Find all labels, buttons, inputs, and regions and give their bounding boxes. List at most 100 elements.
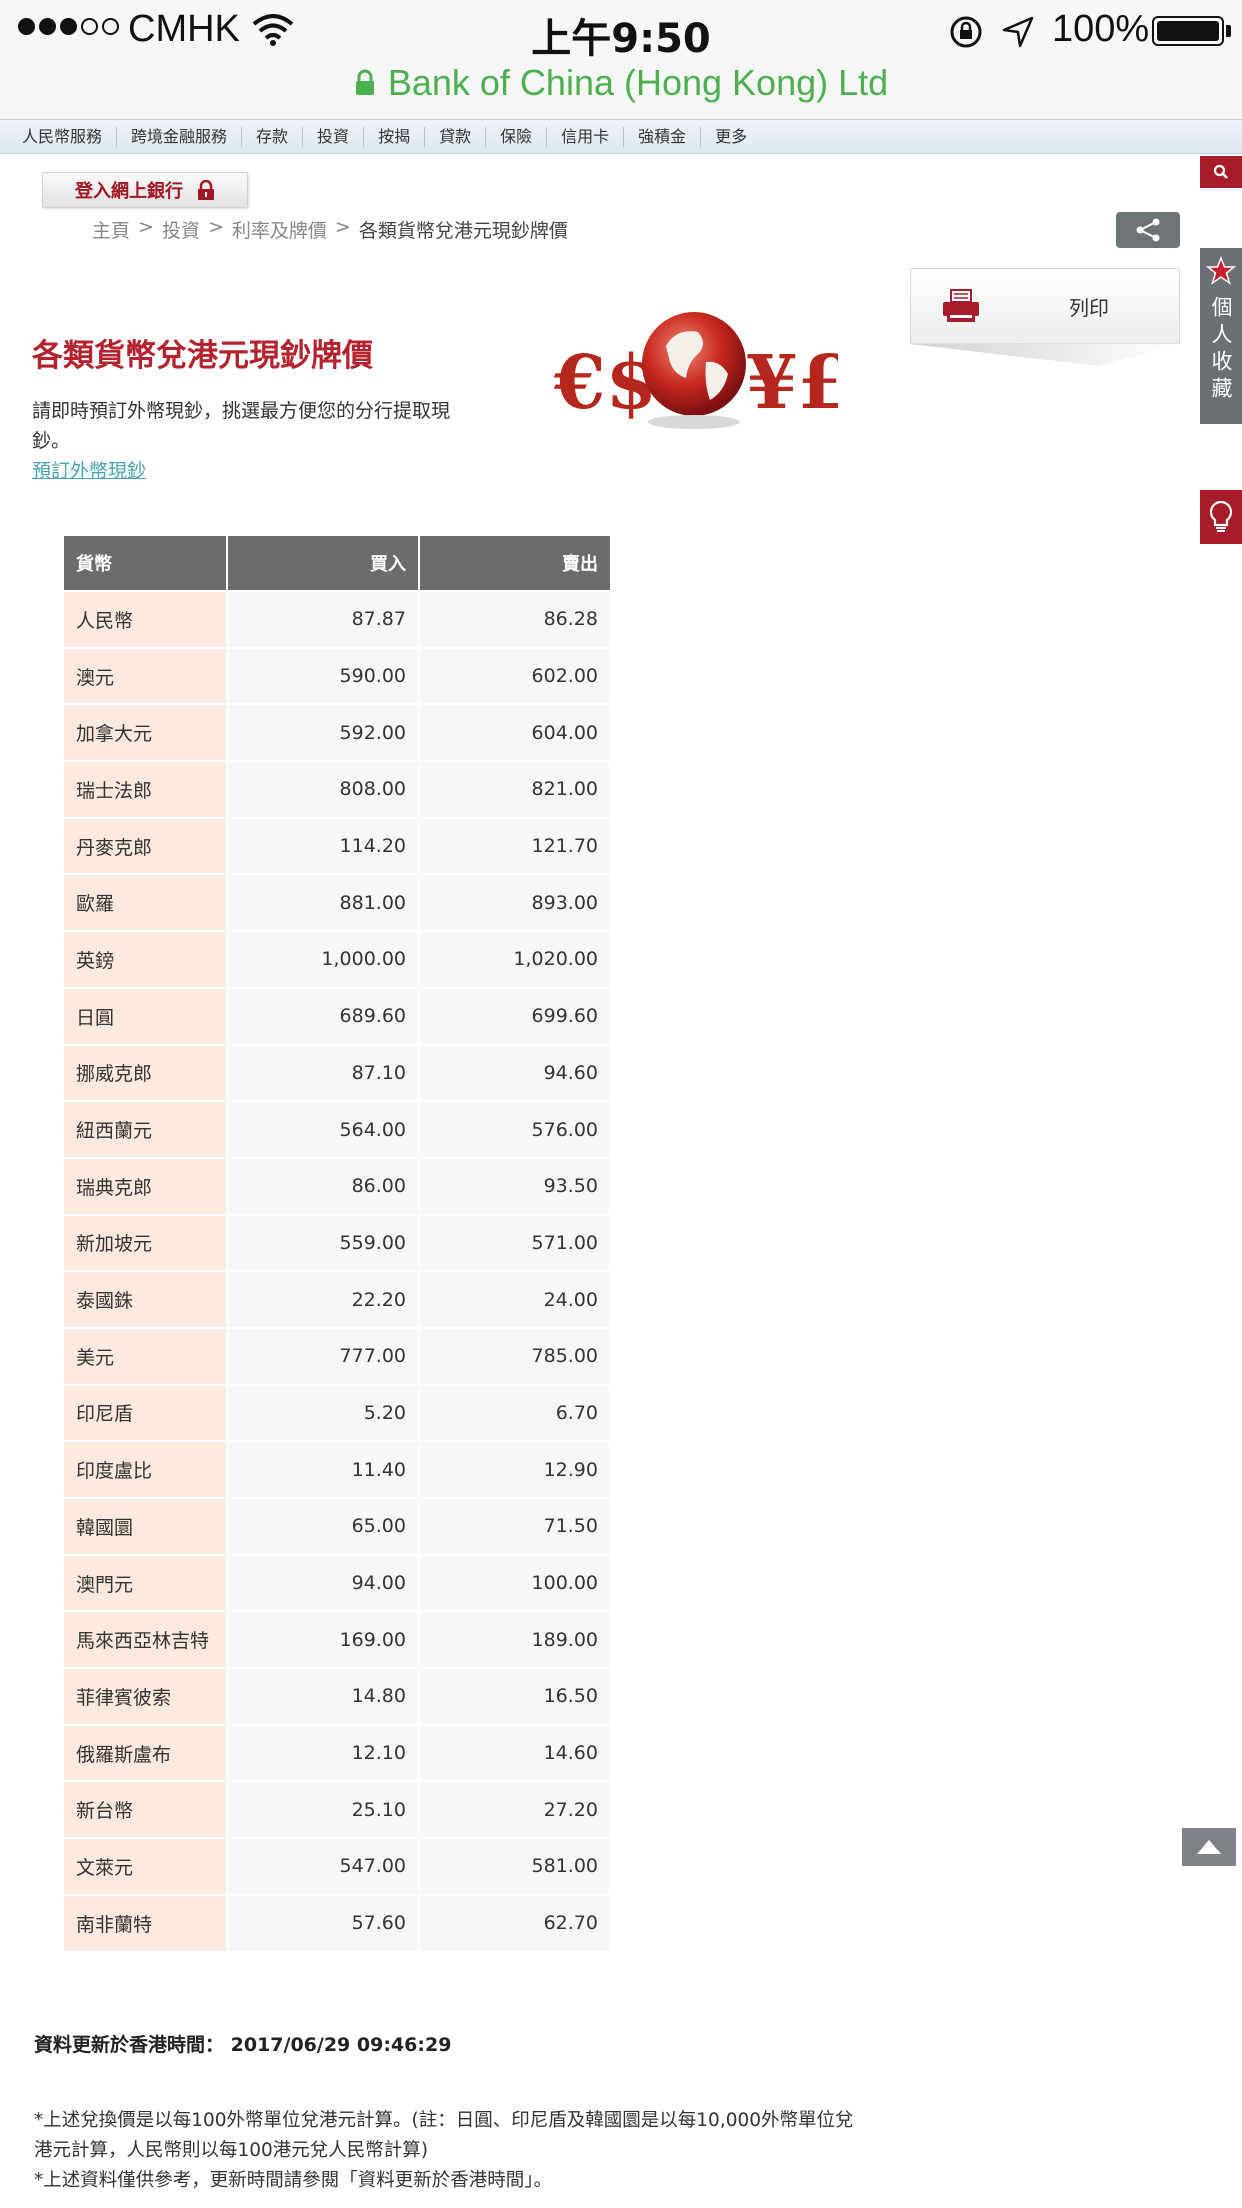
star-icon — [1206, 256, 1236, 285]
currency-cell: 印度盧比 — [64, 1442, 226, 1497]
currency-cell: 人民幣 — [64, 592, 226, 647]
buy-cell: 777.00 — [228, 1328, 418, 1384]
table-row: 菲律賓彼索 14.80 16.50 — [64, 1669, 610, 1724]
currency-cell: 俄羅斯盧布 — [64, 1725, 226, 1781]
banknote-rates-table: 貨幣 買入 賣出 人民幣 87.87 86.28 澳元 590.00 602.00 加拿… — [62, 534, 612, 1953]
currency-cell: 加拿大元 — [64, 705, 226, 761]
sell-cell: 24.00 — [420, 1272, 610, 1327]
currency-cell: 文萊元 — [64, 1839, 226, 1894]
table-row: 加拿大元 592.00 604.00 — [64, 705, 610, 761]
breadcrumb-current: 各類貨幣兌港元現鈔牌價 — [358, 220, 568, 242]
table-row: 文萊元 547.00 581.00 — [64, 1839, 610, 1894]
login-label: 登入網上銀行 — [75, 181, 183, 202]
share-icon — [1136, 218, 1160, 242]
footnotes: *上述兌換價是以每100外幣單位兌港元計算。(註：日圓、印尼盾及韓國圜是以每10… — [34, 2106, 854, 2196]
breadcrumb-separator: > — [207, 216, 224, 238]
currency-globe-image: €$ ¥£ — [553, 312, 838, 429]
table-row: 新加坡元 559.00 571.00 — [64, 1215, 610, 1271]
currency-cell: 澳門元 — [64, 1555, 226, 1611]
nav-item-investment[interactable]: 投資 — [303, 126, 365, 147]
table-row: 歐羅 881.00 893.00 — [64, 875, 610, 931]
currency-cell: 美元 — [64, 1328, 226, 1384]
currency-cell: 丹麥克郎 — [64, 818, 226, 874]
buy-cell: 689.60 — [228, 988, 418, 1044]
print-button[interactable]: 列印 — [910, 268, 1180, 344]
table-row: 挪威克郎 87.10 94.60 — [64, 1045, 610, 1101]
breadcrumb: 主頁 > 投資 > 利率及牌價 > 各類貨幣兌港元現鈔牌價 — [92, 216, 568, 243]
table-row: 印度盧比 11.40 12.90 — [64, 1442, 610, 1497]
buy-cell: 547.00 — [228, 1839, 418, 1894]
share-button[interactable] — [1116, 212, 1180, 248]
sell-cell: 6.70 — [420, 1385, 610, 1441]
nav-item-rmb[interactable]: 人民幣服務 — [8, 126, 118, 147]
login-online-banking-button[interactable]: 登入網上銀行 — [42, 172, 248, 208]
location-arrow-icon — [1002, 16, 1034, 48]
buy-cell: 564.00 — [228, 1102, 418, 1157]
table-row: 瑞典克郎 86.00 93.50 — [64, 1158, 610, 1214]
yen-pound-symbols: ¥£ — [746, 340, 838, 426]
table-row: 南非蘭特 57.60 62.70 — [64, 1895, 610, 1951]
nav-item-more[interactable]: 更多 — [701, 127, 761, 147]
favorites-label: 個人收藏 — [1209, 296, 1233, 404]
nav-item-loan[interactable]: 貸款 — [425, 126, 487, 147]
currency-cell: 瑞士法郎 — [64, 762, 226, 817]
buy-cell: 592.00 — [228, 705, 418, 761]
currency-cell: 瑞典克郎 — [64, 1158, 226, 1214]
buy-cell: 25.10 — [228, 1782, 418, 1838]
buy-cell: 590.00 — [228, 648, 418, 704]
breadcrumb-rates[interactable]: 利率及牌價 — [232, 216, 327, 243]
nav-item-insurance[interactable]: 保險 — [486, 126, 548, 147]
rotation-lock-icon — [950, 16, 982, 48]
header-currency: 貨幣 — [64, 536, 226, 590]
nav-item-credit-card[interactable]: 信用卡 — [547, 126, 625, 147]
currency-cell: 日圓 — [64, 988, 226, 1044]
update-timestamp: 資料更新於香港時間： 2017/06/29 09:46:29 — [34, 2030, 451, 2057]
currency-cell: 紐西蘭元 — [64, 1102, 226, 1157]
table-row: 泰國銖 22.20 24.00 — [64, 1272, 610, 1327]
status-bar: CMHK 上午9:50 100% — [0, 0, 1242, 62]
table-header-row: 貨幣 買入 賣出 — [64, 536, 610, 590]
table-row: 紐西蘭元 564.00 576.00 — [64, 1102, 610, 1157]
table-row: 馬來西亞林吉特 169.00 189.00 — [64, 1612, 610, 1668]
buy-cell: 11.40 — [228, 1442, 418, 1497]
back-to-top-button[interactable] — [1182, 1828, 1236, 1866]
nav-item-mortgage[interactable]: 按揭 — [364, 126, 426, 147]
currency-cell: 南非蘭特 — [64, 1895, 226, 1951]
battery-icon — [1152, 16, 1224, 46]
sell-cell: 62.70 — [420, 1895, 610, 1951]
battery-percent: 100% — [1052, 8, 1150, 50]
table-row: 英鎊 1,000.00 1,020.00 — [64, 932, 610, 987]
buy-cell: 86.00 — [228, 1158, 418, 1214]
site-name: Bank of China (Hong Kong) Ltd — [387, 62, 889, 103]
side-search-button[interactable] — [1200, 156, 1242, 188]
sell-cell: 699.60 — [420, 988, 610, 1044]
nav-item-crossborder[interactable]: 跨境金融服務 — [117, 126, 243, 147]
breadcrumb-investment[interactable]: 投資 — [162, 216, 200, 243]
sell-cell: 893.00 — [420, 875, 610, 931]
table-row: 人民幣 87.87 86.28 — [64, 592, 610, 647]
nav-item-deposit[interactable]: 存款 — [242, 126, 304, 147]
buy-cell: 87.87 — [228, 592, 418, 647]
table-row: 韓國圜 65.00 71.50 — [64, 1499, 610, 1554]
buy-cell: 5.20 — [228, 1385, 418, 1441]
euro-dollar-symbols: €$ — [553, 340, 657, 426]
sell-cell: 93.50 — [420, 1158, 610, 1214]
reserve-banknotes-link[interactable]: 預訂外幣現鈔 — [32, 456, 146, 483]
secure-lock-icon — [355, 69, 374, 95]
header-buy: 買入 — [228, 536, 418, 590]
print-label: 列印 — [1069, 295, 1109, 320]
breadcrumb-home[interactable]: 主頁 — [92, 216, 130, 243]
side-favorites-tab[interactable]: 個人收藏 — [1200, 248, 1242, 424]
table-row: 日圓 689.60 699.60 — [64, 988, 610, 1044]
address-bar[interactable]: Bank of China (Hong Kong) Ltd — [0, 62, 1242, 120]
nav-item-mpf[interactable]: 強積金 — [624, 126, 702, 147]
side-tips-button[interactable] — [1200, 490, 1242, 544]
sell-cell: 581.00 — [420, 1839, 610, 1894]
currency-cell: 澳元 — [64, 648, 226, 704]
lightbulb-icon — [1209, 500, 1233, 532]
page-title: 各類貨幣兌港元現鈔牌價 — [32, 338, 373, 374]
table-row: 美元 777.00 785.00 — [64, 1328, 610, 1384]
sell-cell: 14.60 — [420, 1725, 610, 1781]
sell-cell: 27.20 — [420, 1782, 610, 1838]
table-row: 新台幣 25.10 27.20 — [64, 1782, 610, 1838]
